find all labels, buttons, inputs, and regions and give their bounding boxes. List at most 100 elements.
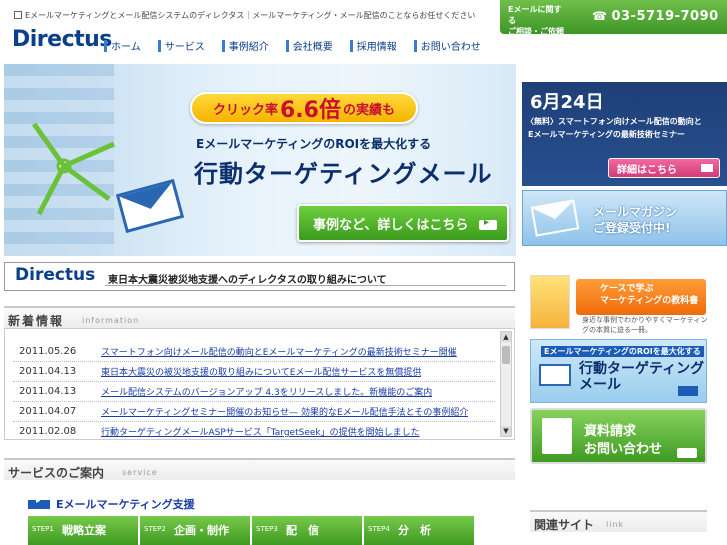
contact-phone: ☎ 03-5719-7090 — [592, 9, 719, 24]
nav-item-cases[interactable]: 事例紹介 — [221, 38, 269, 53]
related-title: 関連サイト — [534, 518, 595, 532]
scroll-thumb[interactable] — [502, 346, 510, 364]
divider — [105, 285, 506, 286]
request-line1: 資料請求 — [584, 424, 637, 439]
book-title-line2: マーケティングの教科書 — [600, 296, 699, 306]
step-label: 分 析 — [398, 524, 431, 537]
envelope-icon — [539, 364, 571, 386]
step-label: 企画・制作 — [174, 524, 229, 537]
news-item: 2011.04.07 メールマーケティングセミナー開催のお知らせ— 効果的なEメー… — [13, 402, 495, 422]
news-header: 新着情報 information — [4, 306, 515, 328]
phone-number: 03-5719-7090 — [611, 9, 719, 24]
related-sites-header: 関連サイト link — [530, 510, 707, 532]
nav-label: ホーム — [111, 42, 141, 53]
news-item: 2011.04.13 メール配信システムのバージョンアップ 4.3をリリースしまし… — [13, 382, 495, 402]
hero-badge: クリック率 6.6倍 の実績も — [190, 92, 418, 124]
news-item: 2011.04.13 東日本大震災の被災地支援の取り組みについてEメール配信サービ… — [13, 362, 495, 382]
step-number: STEP2 — [144, 525, 166, 533]
news-link[interactable]: スマートフォン向けメール配信の動向とEメールマーケティングの最新技術セミナー開催 — [101, 345, 457, 358]
step-planning[interactable]: STEP2 企画・制作 — [140, 516, 250, 545]
site-tagline: Eメールマーケティングとメール配信システムのディレクタス｜メールマーケティング・… — [14, 10, 475, 21]
nav-bar-icon — [413, 39, 417, 52]
step-label: 配 信 — [286, 524, 319, 537]
nav-label: お問い合わせ — [420, 42, 481, 53]
nav-item-contact[interactable]: お問い合わせ — [413, 38, 481, 53]
nav-label: 事例紹介 — [228, 42, 269, 53]
main-nav: ホーム サービス 事例紹介 会社概要 採用情報 お問い合わせ — [104, 38, 498, 53]
request-materials-button[interactable]: 資料請求 お問い合わせ — [530, 408, 707, 464]
seminar-banner[interactable]: 6月24日 〈無料〉スマートフォン向けメール配信の動向と Eメールマーケティング… — [522, 82, 727, 186]
news-link[interactable]: 東日本大震災の被災地支援の取り組みについてEメール配信サービスを無償提供 — [101, 365, 421, 378]
nav-bar-icon — [349, 39, 353, 52]
step-number: STEP3 — [256, 525, 278, 533]
news-link[interactable]: 行動ターゲティングメールASPサービス「TargetSeek」の提供を開始しまし… — [101, 425, 420, 438]
request-line2: お問い合わせ — [584, 442, 663, 457]
hero-arrows-icon — [31, 122, 116, 216]
envelope-icon — [115, 178, 185, 234]
nav-label: 会社概要 — [292, 42, 333, 53]
hero-badge-pre: クリック率 — [212, 102, 278, 118]
nav-item-company[interactable]: 会社概要 — [285, 38, 333, 53]
news-scrollbar[interactable]: ▲ ▼ — [500, 331, 512, 437]
seminar-line1: 〈無料〉スマートフォン向けメール配信の動向と — [526, 117, 702, 126]
news-item: 2011.05.26 スマートフォン向けメール配信の動向とEメールマーケティングの… — [13, 342, 495, 362]
mail-magazine-banner[interactable]: メールマガジン ご登録受付中! — [522, 190, 727, 246]
arrow-right-icon — [701, 164, 713, 172]
services-header: サービスのご案内 service — [4, 458, 515, 480]
earthquake-support-banner[interactable]: Directus 東日本大震災被災地支援へのディレクタスの取り組みについて — [4, 262, 515, 291]
news-link[interactable]: メールマーケティングセミナー開催のお知らせ— 効果的なEメール配信手法とその事例… — [101, 405, 468, 418]
phone-icon: ☎ — [592, 9, 608, 23]
news-date: 2011.04.13 — [19, 366, 77, 377]
news-link[interactable]: メール配信システムのバージョンアップ 4.3をリリースしました。新機能のご案内 — [101, 385, 432, 398]
contact-label: Eメールに関する ご相談・ご依頼は — [508, 4, 568, 48]
nav-item-home[interactable]: ホーム — [104, 38, 141, 53]
book-title-line1: ケースで学ぶ — [600, 284, 654, 294]
contact-line1: Eメールに関する — [508, 5, 562, 25]
contact-line2: ご相談・ご依頼は — [508, 27, 564, 47]
book-cover-image — [530, 275, 570, 329]
nav-bar-icon — [104, 39, 107, 52]
news-title: 新着情報 — [8, 314, 65, 328]
nav-item-service[interactable]: サービス — [157, 38, 205, 53]
hero-cta-label: 事例など、詳しくはこちら — [313, 217, 469, 233]
arrow-right-icon — [479, 217, 497, 230]
news-date: 2011.02.08 — [19, 426, 77, 437]
nav-item-recruit[interactable]: 採用情報 — [349, 38, 397, 53]
nav-label: 採用情報 — [356, 42, 397, 53]
step-strategy[interactable]: STEP1 戦略立案 — [28, 516, 138, 545]
news-list: 2011.05.26 スマートフォン向けメール配信の動向とEメールマーケティングの… — [4, 328, 515, 440]
document-icon — [542, 418, 572, 454]
services-link[interactable]: Eメールマーケティング支援 — [28, 496, 195, 512]
nav-bar-icon — [157, 39, 161, 52]
nav-bar-icon — [221, 39, 225, 52]
hero-banner[interactable]: クリック率 6.6倍 の実績も EメールマーケティングのROIを最大化する 行動ター… — [4, 64, 516, 256]
scroll-down-icon[interactable]: ▼ — [501, 426, 511, 436]
services-link-label: Eメールマーケティング支援 — [56, 498, 195, 511]
magazine-line2: ご登録受付中! — [593, 221, 671, 235]
related-title-en: link — [606, 520, 625, 529]
step-number: STEP4 — [368, 525, 390, 533]
hero-subtitle: EメールマーケティングのROIを最大化する — [196, 137, 432, 151]
seminar-button-label: 詳細はこちら — [617, 164, 677, 176]
hero-cta-button[interactable]: 事例など、詳しくはこちら — [297, 204, 509, 242]
seminar-details-button[interactable]: 詳細はこちら — [608, 158, 720, 178]
step-analysis[interactable]: STEP4 分 析 — [364, 516, 474, 545]
behavioral-mail-banner[interactable]: EメールマーケティングのROIを最大化する 行動ターゲティング メール — [530, 339, 707, 403]
news-date: 2011.04.13 — [19, 386, 77, 397]
nav-bar-icon — [285, 39, 289, 52]
step-delivery[interactable]: STEP3 配 信 — [252, 516, 362, 545]
envelope-icon — [530, 199, 580, 237]
book-banner[interactable]: ケースで学ぶ マーケティングの教科書 身近な事例でわかりやすくマーケティングの本… — [530, 275, 707, 335]
tagline-bullet-icon — [14, 11, 22, 19]
book-title: ケースで学ぶ マーケティングの教科書 — [576, 279, 706, 315]
scroll-up-icon[interactable]: ▲ — [501, 332, 511, 342]
services-title: サービスのご案内 — [8, 466, 105, 480]
tagline-text: Eメールマーケティングとメール配信システムのディレクタス｜メールマーケティング・… — [25, 11, 476, 20]
book-description: 身近な事例でわかりやすくマーケティングの本質に迫る一冊。 — [582, 316, 708, 334]
step-label: 戦略立案 — [62, 524, 106, 537]
news-date: 2011.05.26 — [19, 346, 77, 357]
contact-phone-box[interactable]: Eメールに関する ご相談・ご依頼は ☎ 03-5719-7090 — [500, 0, 727, 47]
site-logo[interactable]: Directus — [12, 27, 112, 52]
quake-text: 東日本大震災被災地支援へのディレクタスの取り組みについて — [108, 275, 387, 286]
nav-label: サービス — [164, 42, 205, 53]
